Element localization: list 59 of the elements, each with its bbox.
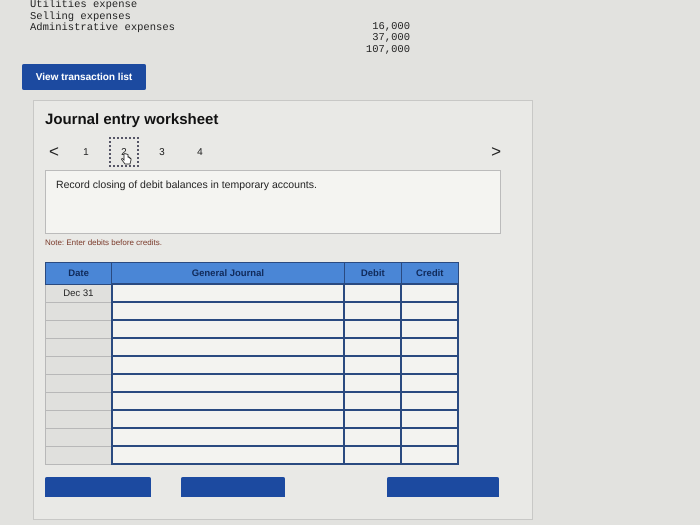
date-cell [46,320,112,338]
column-header: General Journal [112,262,344,284]
account-input[interactable] [112,320,344,338]
amount-value: 37,000 [372,33,410,44]
note-text: Note: Enter debits before credits. [45,238,163,247]
date-cell [46,410,112,428]
account-input[interactable] [112,284,344,302]
account-label: Administrative expenses [30,23,176,34]
date-cell [46,302,112,320]
worksheet-title: Journal entry worksheet [45,111,220,128]
debit-input[interactable] [344,428,402,446]
amount-value: 16,000 [372,22,410,33]
debit-input[interactable] [344,302,402,320]
entry-tab[interactable]: 4 [184,137,215,167]
date-cell [46,338,112,356]
credit-input[interactable] [401,320,458,338]
column-header: Date [46,262,112,284]
credit-input[interactable] [401,302,458,320]
column-header: Credit [401,262,458,284]
credit-input[interactable] [401,392,458,410]
account-input[interactable] [112,392,344,410]
previous-button[interactable]: < [45,142,63,162]
credit-input[interactable] [401,356,458,374]
debit-input[interactable] [344,410,402,428]
credit-input[interactable] [401,374,458,392]
debit-input[interactable] [344,320,402,338]
credit-input[interactable] [401,428,458,446]
account-input[interactable] [112,338,344,356]
account-label: Selling expenses [30,12,132,22]
credit-input[interactable] [401,338,458,356]
account-input[interactable] [112,374,344,392]
date-cell [46,428,112,446]
pointer-hand-icon [120,153,132,166]
credit-input[interactable] [401,410,458,428]
account-input[interactable] [112,410,344,428]
credit-input[interactable] [401,446,458,464]
date-cell [46,356,112,374]
date-cell [46,374,112,392]
debit-input[interactable] [344,392,402,410]
entry-tab[interactable]: 1 [70,137,101,167]
account-input[interactable] [112,428,344,446]
debit-input[interactable] [344,356,402,374]
debit-input[interactable] [344,338,402,356]
amount-value: 107,000 [366,44,410,56]
entry-tab[interactable]: 3 [146,137,177,167]
date-cell: Dec 31 [46,284,112,302]
account-input[interactable] [112,446,344,464]
date-cell [46,392,112,410]
debit-input[interactable] [344,374,402,392]
debit-input[interactable] [344,284,402,302]
view-transaction-list-button[interactable]: View transaction list [22,64,146,90]
next-button[interactable]: > [487,142,505,162]
credit-input[interactable] [401,284,458,302]
debit-input[interactable] [344,446,402,464]
column-header: Debit [344,262,402,284]
account-input[interactable] [112,356,344,374]
date-cell [46,446,112,464]
instruction-text: Record closing of debit balances in temporary accounts. [45,170,501,234]
account-input[interactable] [112,302,344,320]
